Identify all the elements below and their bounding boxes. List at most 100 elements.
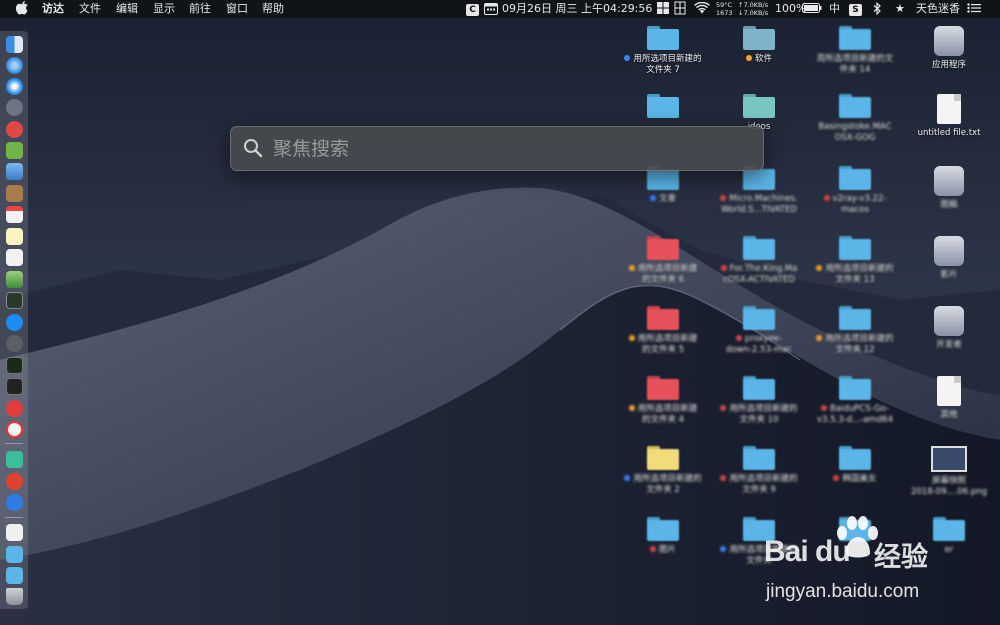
color-tag-dot (628, 335, 635, 341)
desktop-item[interactable]: 文章 (615, 166, 711, 205)
menubar-clock[interactable]: 09月26日 周三 上午04:29:56 (502, 2, 652, 16)
terminal-icon[interactable] (6, 378, 23, 395)
desktop-item[interactable]: For.The.King.Ma cOSX-ACTIVATED (711, 236, 807, 286)
desktop-item[interactable]: 屏幕快照 2018-09....06.png (901, 446, 997, 498)
finder-icon[interactable] (6, 36, 23, 53)
desktop-item-label-line1: 其他 (940, 410, 958, 420)
calendar-app-icon[interactable] (6, 206, 23, 223)
color-tag-dot (833, 475, 840, 481)
image-file-icon (931, 446, 967, 472)
trash-icon[interactable] (6, 588, 23, 605)
folder-stack-icon[interactable] (6, 546, 23, 563)
launchpad-icon[interactable] (6, 57, 23, 74)
baidu-netdisk-icon[interactable] (6, 494, 23, 511)
desktop-item[interactable]: 用所选项目新建 的文件夹 6 (615, 236, 711, 286)
desktop-item[interactable]: untitled file.txt (901, 94, 997, 139)
desktop-item-label-line1: 用所选项目新建 (637, 404, 698, 414)
desktop-item-label-line2: 文件夹 13 (835, 275, 875, 285)
desktop-item[interactable]: BaiduPCS-Go-v3.5.3-d...-amd64 (807, 376, 903, 426)
desktop-item[interactable]: proxyee-down-2.53-mac (711, 306, 807, 356)
desktop-item-label-line2: 文件夹 10 (739, 415, 779, 425)
folder-icon (647, 306, 679, 330)
desktop-item[interactable]: 用所选项目新建的 文件夹 12 (807, 306, 903, 356)
desktop-item-label: For.The.King.Ma cOSX-ACTIVATED (711, 264, 807, 286)
wifi-icon[interactable] (694, 1, 710, 18)
folder-icon (743, 236, 775, 260)
desktop-item[interactable]: 图片 (615, 517, 711, 556)
contacts-icon[interactable] (6, 185, 23, 202)
yandex-icon[interactable] (6, 421, 23, 438)
downloads-stack-icon[interactable] (6, 567, 23, 584)
desktop-item-label: 用所选项目新建 的文件夹 5 (615, 334, 711, 356)
notes-icon[interactable] (6, 228, 23, 245)
app-icon (934, 26, 964, 56)
console-icon[interactable] (6, 357, 23, 374)
netease-music-icon[interactable] (6, 473, 23, 490)
app-store-icon[interactable] (6, 314, 23, 331)
desktop-item-label-line1: 用所选项目新建的 (825, 264, 894, 274)
windows-flag-icon[interactable] (657, 2, 669, 18)
color-tag-dot (624, 55, 631, 61)
maps-icon[interactable] (6, 271, 23, 288)
system-preferences-icon[interactable] (6, 335, 23, 352)
apple-menu-icon[interactable] (15, 1, 29, 19)
desktop-item[interactable]: v2ray-v3.22- macos (807, 166, 903, 216)
desktop-item[interactable]: Basingstoke.MAC OSX-GOG (807, 94, 903, 144)
menubar-username[interactable]: 天色迷香 (916, 2, 960, 16)
desktop-item[interactable]: 图稿 (901, 166, 997, 211)
desktop-item[interactable]: 影片 (901, 236, 997, 281)
desktop-item[interactable]: 用所选项目新建的 文件夹 13 (807, 236, 903, 286)
rocket-icon[interactable] (6, 99, 23, 116)
notification-center-icon[interactable] (967, 3, 981, 17)
desktop-item[interactable]: 其他 (901, 376, 997, 421)
cpu-temp-readout: 59°C 1673 (716, 1, 733, 17)
folder-icon (839, 306, 871, 330)
s-app-icon[interactable]: S (849, 2, 862, 16)
battery-icon[interactable] (802, 3, 822, 17)
android-icon[interactable] (6, 142, 23, 159)
desktop-item[interactable]: 软件 (711, 26, 807, 65)
spotlight-search-input[interactable] (271, 133, 755, 165)
menu-finder[interactable]: 访达 (42, 2, 64, 16)
menu-file[interactable]: 文件 (79, 2, 101, 16)
rss-reader-icon[interactable] (6, 121, 23, 138)
desktop-item[interactable]: 用所选项目新建的 文件夹 9 (711, 446, 807, 496)
menu-edit[interactable]: 编辑 (116, 2, 138, 16)
dock (0, 31, 28, 609)
desktop-item[interactable]: 用所选项目新建的 文件夹 2 (615, 446, 711, 496)
desktop-item[interactable]: 周所选项目新建的文 件夹 14 (807, 26, 903, 76)
desktop-item[interactable]: 应用程序 (901, 26, 997, 71)
desktop-item[interactable]: 韩国美女 (807, 446, 903, 485)
document-stack-icon[interactable] (6, 524, 23, 541)
color-tag-dot (628, 405, 635, 411)
desktop-item-label-line1: 软件 (754, 54, 772, 64)
reminders-icon[interactable] (6, 249, 23, 266)
desktop-item-label: 屏幕快照 2018-09....06.png (901, 476, 997, 498)
safari-icon[interactable] (6, 78, 23, 95)
star-icon[interactable]: ★ (895, 2, 905, 16)
menu-view[interactable]: 显示 (153, 2, 175, 16)
evernote-icon[interactable] (6, 451, 23, 468)
menu-window[interactable]: 窗口 (226, 2, 248, 16)
menu-help[interactable]: 帮助 (262, 2, 284, 16)
activity-monitor-icon[interactable] (6, 292, 23, 309)
ccleaner-icon[interactable]: C (466, 2, 479, 16)
folder-icon (647, 94, 679, 118)
menu-go[interactable]: 前往 (189, 2, 211, 16)
desktop-item[interactable]: Micro.Machines. World.S...TIVATED (711, 166, 807, 216)
desktop-item[interactable]: 用所选项目新建的 文件夹 7 (615, 26, 711, 76)
desktop-item[interactable]: 开发者 (901, 306, 997, 351)
desktop-item-label-line2: macos (841, 205, 869, 215)
folder-icon (743, 376, 775, 400)
vivaldi-icon[interactable] (6, 400, 23, 417)
grid-icon[interactable] (674, 1, 686, 19)
desktop-item[interactable]: 用所选项目新建的 文件夹 10 (711, 376, 807, 426)
input-method-indicator[interactable]: 中 (829, 2, 840, 16)
search-icon (244, 139, 263, 158)
desktop-item[interactable]: 用所选项目新建 的文件夹 4 (615, 376, 711, 426)
menu-bar: 访达 文件 编辑 显示 前往 窗口 帮助 C 09月26日 周三 上午04:29… (0, 0, 1000, 18)
calendar-icon[interactable] (484, 2, 498, 19)
bluetooth-icon[interactable] (873, 1, 881, 19)
desktop-item[interactable]: 用所选项目新建 的文件夹 5 (615, 306, 711, 356)
preview-icon[interactable] (6, 163, 23, 180)
